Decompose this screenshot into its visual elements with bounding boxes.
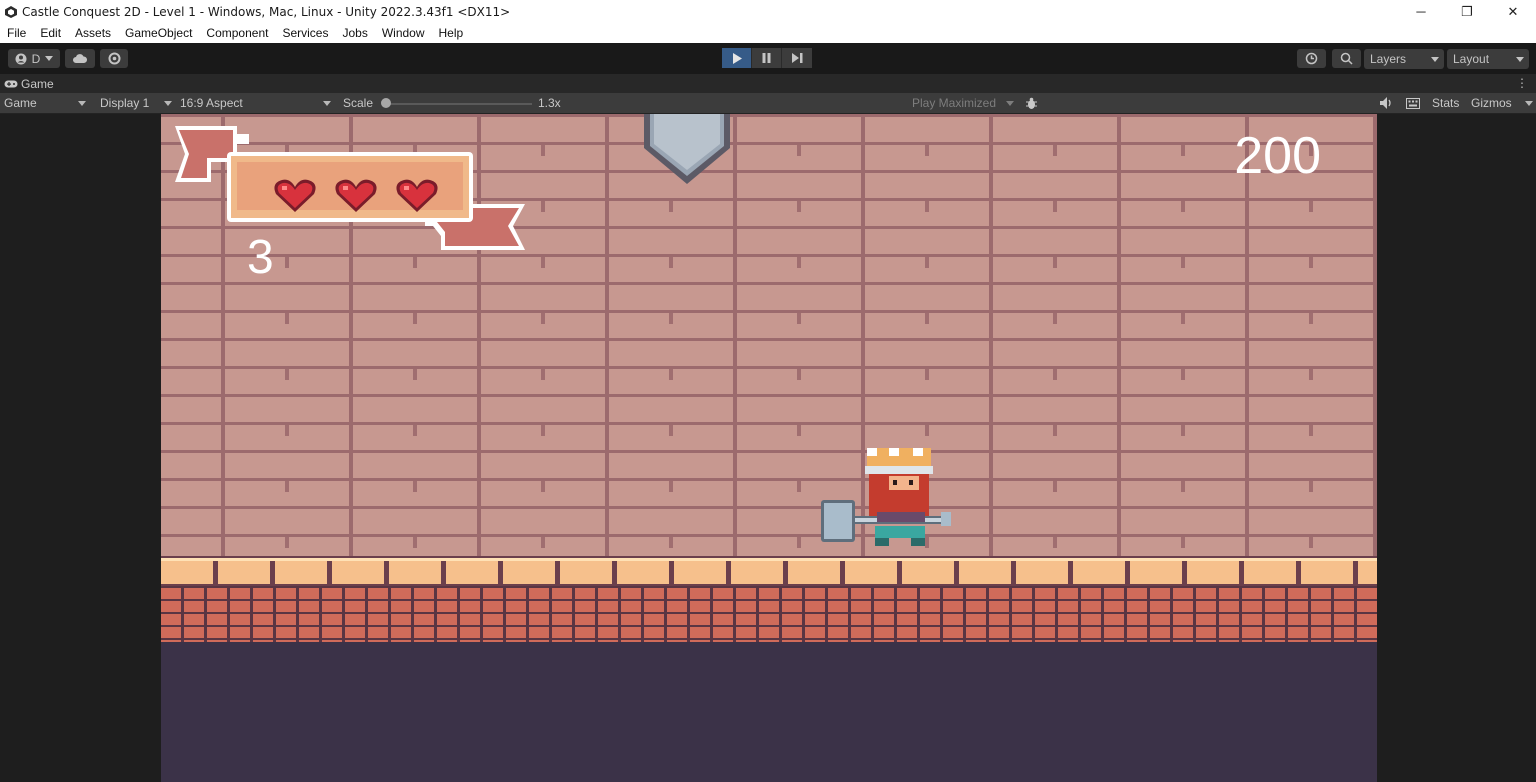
speaker-icon	[1380, 97, 1391, 109]
search-button[interactable]	[1332, 49, 1361, 68]
window-title-bar: Castle Conquest 2D - Level 1 - Windows, …	[0, 0, 1536, 23]
chevron-down-icon	[323, 101, 331, 106]
menu-help[interactable]: Help	[432, 23, 471, 43]
floor-tiles	[161, 558, 1377, 584]
lives-counter: 3	[247, 231, 274, 284]
gamepad-icon	[4, 80, 18, 87]
chevron-down-icon	[1516, 57, 1524, 62]
menu-bar: File Edit Assets GameObject Component Se…	[0, 23, 1536, 43]
cloud-icon	[73, 53, 88, 63]
scale-value: 1.3x	[538, 96, 561, 110]
pause-button[interactable]	[752, 48, 782, 68]
game-view-toolbar: Game Display 1 16:9 Aspect Scale 1.3x Pl…	[0, 93, 1536, 114]
cloud-button[interactable]	[65, 49, 95, 68]
chevron-down-icon	[45, 56, 54, 61]
play-mode-label: Play Maximized	[912, 96, 997, 110]
play-button[interactable]	[722, 48, 752, 68]
chevron-down-icon	[78, 101, 86, 106]
account-icon	[15, 53, 27, 64]
layout-dropdown[interactable]: Layout	[1447, 49, 1529, 69]
game-viewport[interactable]: 3 200	[161, 114, 1377, 782]
mute-audio-button[interactable]	[1380, 93, 1396, 114]
gizmos-dropdown[interactable]: Gizmos	[1471, 93, 1535, 114]
gear-icon	[108, 52, 120, 65]
stats-button[interactable]: Stats	[1432, 93, 1459, 114]
score-counter: 200	[1234, 127, 1321, 185]
scale-slider-handle[interactable]	[381, 98, 391, 108]
scale-label: Scale	[343, 96, 374, 110]
main-toolbar: D Layers Layout	[0, 43, 1536, 74]
chevron-down-icon	[1525, 101, 1533, 106]
more-options-icon[interactable]: ⋮	[1516, 76, 1528, 90]
chevron-down-icon	[164, 101, 172, 106]
restore-button[interactable]: ❐	[1444, 0, 1490, 23]
window-controls: ─ ❐ ✕	[1398, 0, 1536, 23]
close-button[interactable]: ✕	[1490, 0, 1536, 23]
heart-icon	[396, 179, 438, 212]
pause-icon	[762, 53, 771, 63]
play-icon	[732, 52, 742, 64]
editor-tab-bar: Game ⋮	[0, 74, 1536, 93]
heart-icon	[335, 179, 377, 212]
aspect-label: 16:9 Aspect	[180, 96, 243, 110]
scale-slider-track[interactable]	[385, 103, 532, 105]
tab-game-label: Game	[21, 76, 54, 91]
search-icon	[1340, 52, 1353, 65]
account-dropdown[interactable]: D	[8, 49, 60, 68]
bug-button[interactable]	[1025, 93, 1041, 114]
history-icon	[1305, 52, 1318, 65]
floor-bricks	[161, 586, 1377, 642]
chevron-down-icon	[1431, 57, 1439, 62]
keyboard-icon	[1406, 98, 1420, 109]
playback-controls	[722, 48, 812, 68]
layers-label: Layers	[1370, 52, 1407, 66]
menu-jobs[interactable]: Jobs	[335, 23, 374, 43]
account-label: D	[31, 51, 41, 66]
menu-component[interactable]: Component	[199, 23, 275, 43]
heart-icon	[274, 179, 316, 212]
menu-edit[interactable]: Edit	[33, 23, 68, 43]
view-mode-dropdown[interactable]: Game	[4, 93, 90, 114]
menu-services[interactable]: Services	[275, 23, 335, 43]
shortcuts-button[interactable]	[1406, 93, 1422, 114]
menu-window[interactable]: Window	[375, 23, 432, 43]
display-label: Display 1	[100, 96, 150, 110]
play-mode-dropdown[interactable]: Play Maximized	[912, 93, 1016, 114]
health-hearts	[273, 178, 439, 214]
view-mode-label: Game	[4, 96, 37, 110]
unity-logo-icon	[5, 5, 17, 18]
undo-history-button[interactable]	[1297, 49, 1326, 68]
step-button[interactable]	[782, 48, 812, 68]
display-dropdown[interactable]: Display 1	[100, 93, 174, 114]
king-player-sprite	[821, 448, 951, 546]
aspect-dropdown[interactable]: 16:9 Aspect	[180, 93, 333, 114]
menu-gameobject[interactable]: GameObject	[118, 23, 199, 43]
ground-fill	[161, 642, 1377, 782]
step-icon	[791, 53, 802, 63]
layout-label: Layout	[1453, 52, 1490, 66]
gizmos-label: Gizmos	[1471, 96, 1512, 110]
tab-game[interactable]: Game	[4, 74, 60, 93]
minimize-button[interactable]: ─	[1398, 0, 1444, 23]
menu-file[interactable]: File	[0, 23, 33, 43]
chevron-down-icon	[1006, 101, 1014, 106]
menu-assets[interactable]: Assets	[68, 23, 118, 43]
collab-button[interactable]	[100, 49, 128, 68]
layers-dropdown[interactable]: Layers	[1364, 49, 1444, 69]
bug-icon	[1026, 97, 1037, 109]
wall-shield-icon	[644, 114, 730, 184]
window-title: Castle Conquest 2D - Level 1 - Windows, …	[22, 4, 511, 19]
